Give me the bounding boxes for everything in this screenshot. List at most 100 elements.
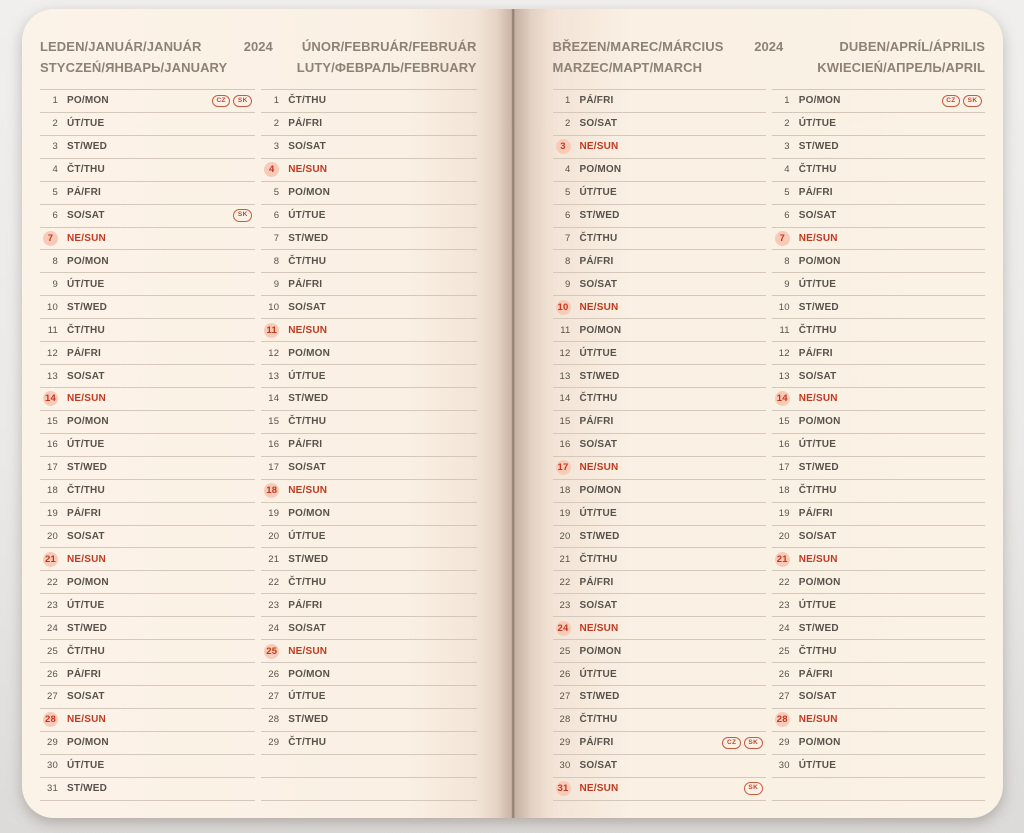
holiday-badge-cz: CZ <box>722 737 740 750</box>
day-row: 26PO/MON <box>261 663 476 686</box>
day-row: 7ČT/THU <box>553 228 766 251</box>
day-row: 20SO/SAT <box>40 526 255 549</box>
day-row: 23ÚT/TUE <box>40 594 255 617</box>
day-number: 28 <box>772 712 790 727</box>
day-label: ČT/THU <box>288 416 326 427</box>
day-row: 3NE/SUN <box>553 136 766 159</box>
day-number: 23 <box>772 600 790 611</box>
day-label: NE/SUN <box>67 393 106 404</box>
day-label: ST/WED <box>580 531 620 542</box>
day-number: 8 <box>772 256 790 267</box>
day-number: 10 <box>40 302 58 313</box>
day-number-value: 13 <box>560 371 571 382</box>
day-row: 3SO/SAT <box>261 136 476 159</box>
day-number: 19 <box>261 508 279 519</box>
day-number-value: 16 <box>47 439 58 450</box>
day-label: PÁ/FRI <box>67 669 101 680</box>
holiday-badges: CZSK <box>942 95 985 108</box>
day-number: 31 <box>553 781 571 796</box>
day-row: 17ST/WED <box>40 457 255 480</box>
day-row: 12PO/MON <box>261 342 476 365</box>
day-label: ST/WED <box>580 210 620 221</box>
day-number: 26 <box>261 669 279 680</box>
day-number-value: 19 <box>779 508 790 519</box>
day-label: PÁ/FRI <box>799 508 833 519</box>
day-label: ST/WED <box>799 302 839 313</box>
day-label: ST/WED <box>67 302 107 313</box>
day-number: 26 <box>553 669 571 680</box>
day-number-value: 21 <box>560 554 571 565</box>
day-row: 18ČT/THU <box>772 480 985 503</box>
day-number-value: 27 <box>268 691 279 702</box>
day-number-value: 5 <box>565 187 570 198</box>
day-label: PÁ/FRI <box>580 416 614 427</box>
day-number: 3 <box>261 141 279 152</box>
day-row: 4ČT/THU <box>40 159 255 182</box>
day-row: 12PÁ/FRI <box>40 342 255 365</box>
day-number: 9 <box>772 279 790 290</box>
day-row: 23ÚT/TUE <box>772 594 985 617</box>
day-label: ÚT/TUE <box>799 760 836 771</box>
day-row: 18NE/SUN <box>261 480 476 503</box>
day-number-value: 4 <box>264 162 279 177</box>
day-label: PO/MON <box>67 95 109 106</box>
day-row: 12PÁ/FRI <box>772 342 985 365</box>
day-label: ST/WED <box>288 714 328 725</box>
day-label: PO/MON <box>799 95 841 106</box>
day-number-value: 23 <box>779 600 790 611</box>
day-label: PO/MON <box>799 416 841 427</box>
day-label: NE/SUN <box>288 164 327 175</box>
day-number: 14 <box>553 393 571 404</box>
day-label: ST/WED <box>580 371 620 382</box>
day-row: 5ÚT/TUE <box>553 182 766 205</box>
day-number: 20 <box>40 531 58 542</box>
day-label: PÁ/FRI <box>580 577 614 588</box>
day-number: 21 <box>261 554 279 565</box>
day-number: 8 <box>40 256 58 267</box>
day-number-value: 31 <box>47 783 58 794</box>
day-number: 20 <box>772 531 790 542</box>
day-label: ST/WED <box>67 141 107 152</box>
day-number: 6 <box>40 210 58 221</box>
day-number-value: 26 <box>47 669 58 680</box>
day-row: 21ST/WED <box>261 548 476 571</box>
day-row: 30ÚT/TUE <box>40 755 255 778</box>
day-number-value: 3 <box>53 141 58 152</box>
day-number-value: 20 <box>560 531 571 542</box>
day-number-value: 5 <box>53 187 58 198</box>
day-label: SO/SAT <box>288 462 326 473</box>
day-number-value: 4 <box>784 164 789 175</box>
day-number: 16 <box>553 439 571 450</box>
day-number: 10 <box>553 300 571 315</box>
page-left-header: LEDEN/JANUÁR/JANUÁR STYCZEŃ/ЯНВАРЬ/JANUA… <box>40 36 477 78</box>
day-number-value: 28 <box>268 714 279 725</box>
day-number-value: 15 <box>779 416 790 427</box>
day-number: 27 <box>40 691 58 702</box>
month-column-january: 1PO/MONCZSK2ÚT/TUE3ST/WED4ČT/THU5PÁ/FRI6… <box>40 89 255 801</box>
day-row: 21NE/SUN <box>772 548 985 571</box>
day-label: ST/WED <box>799 141 839 152</box>
day-row: 27ÚT/TUE <box>261 686 476 709</box>
day-number-value: 5 <box>274 187 279 198</box>
day-number-value: 22 <box>47 577 58 588</box>
day-number-value: 14 <box>775 391 790 406</box>
day-number-value: 6 <box>274 210 279 221</box>
day-row: 25ČT/THU <box>40 640 255 663</box>
day-label: PO/MON <box>799 737 841 748</box>
day-number: 9 <box>40 279 58 290</box>
day-number: 31 <box>40 783 58 794</box>
day-row: 25ČT/THU <box>772 640 985 663</box>
day-row: 15PÁ/FRI <box>553 411 766 434</box>
day-number: 7 <box>772 231 790 246</box>
day-number: 4 <box>772 164 790 175</box>
day-row: 29ČT/THU <box>261 732 476 755</box>
day-number-value: 17 <box>779 462 790 473</box>
day-number-value: 14 <box>43 391 58 406</box>
day-number: 4 <box>261 162 279 177</box>
day-number-value: 29 <box>268 737 279 748</box>
day-label: ÚT/TUE <box>288 371 325 382</box>
day-row: 22ČT/THU <box>261 571 476 594</box>
day-number-value: 3 <box>556 139 571 154</box>
day-row: 24NE/SUN <box>553 617 766 640</box>
holiday-badge-sk: SK <box>744 782 763 795</box>
